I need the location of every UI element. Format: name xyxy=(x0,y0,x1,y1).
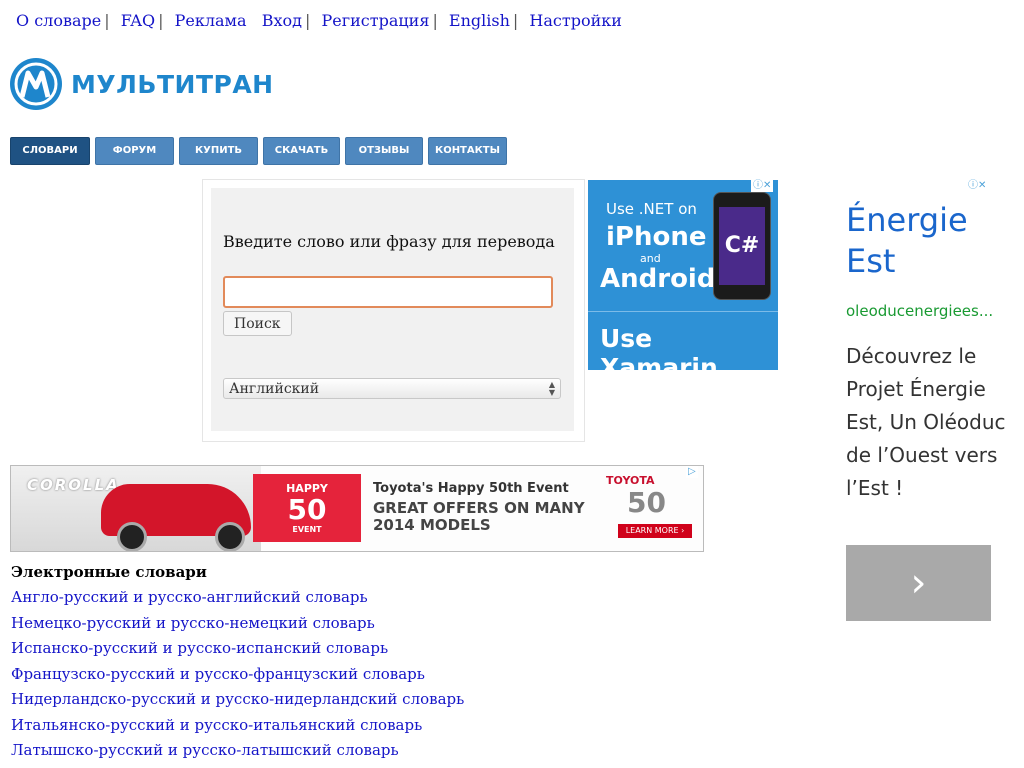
dictionaries-section: Электронные словари Англо-русский и русс… xyxy=(11,563,701,764)
badge-bottom: EVENT xyxy=(292,525,322,534)
main-nav: СЛОВАРИ ФОРУМ КУПИТЬ СКАЧАТЬ ОТЗЫВЫ КОНТ… xyxy=(10,137,512,165)
top-link-faq[interactable]: FAQ xyxy=(121,11,155,30)
ad-title[interactable]: Énergie Est xyxy=(846,200,1006,282)
logo-text: МУЛЬТИТРАН xyxy=(71,69,274,99)
nav-download[interactable]: СКАЧАТЬ xyxy=(263,137,340,165)
car-wheel xyxy=(117,522,147,551)
nav-forum[interactable]: ФОРУМ xyxy=(95,137,174,165)
top-link-english[interactable]: English xyxy=(449,11,510,30)
top-link-register[interactable]: Регистрация xyxy=(322,11,430,30)
ad-toyota-offer: GREAT OFFERS ON MANY 2014 MODELS xyxy=(373,499,585,534)
separator: | xyxy=(432,11,438,30)
adchoices-icon[interactable]: ⓘ✕ xyxy=(751,180,774,192)
site-logo[interactable]: МУЛЬТИТРАН xyxy=(9,56,274,112)
learn-more-button[interactable]: LEARN MORE › xyxy=(618,524,692,538)
separator: | xyxy=(104,11,110,30)
car-wheel xyxy=(215,522,245,551)
adchoices-icon[interactable]: ▷ xyxy=(686,466,698,478)
top-link-settings[interactable]: Настройки xyxy=(529,11,622,30)
search-prompt: Введите слово или фразу для перевода xyxy=(223,232,555,251)
dictionaries-heading: Электронные словари xyxy=(11,563,207,581)
ad-divider xyxy=(588,311,778,312)
ad-xamarin[interactable]: Use .NET on iPhone and Android C# Use Xa… xyxy=(588,180,778,370)
dict-link-spanish[interactable]: Испанско-русский и русско-испанский слов… xyxy=(11,636,701,662)
top-link-login[interactable]: Вход xyxy=(262,11,302,30)
separator: | xyxy=(158,11,164,30)
top-links: О словаре | FAQ | Реклама Вход | Регистраци… xyxy=(16,11,622,30)
chevron-right-icon: › xyxy=(910,560,927,606)
nav-contacts[interactable]: КОНТАКТЫ xyxy=(428,137,507,165)
search-input[interactable] xyxy=(223,276,553,308)
dict-link-italian[interactable]: Итальянско-русский и русско-итальянский … xyxy=(11,713,701,739)
language-select-value: Английский xyxy=(229,381,320,397)
search-panel-inner: Введите слово или фразу для перевода Пои… xyxy=(211,188,574,431)
ad-url[interactable]: oleoducenergiees... xyxy=(846,302,1006,320)
toyota-50-mark: 50 xyxy=(627,486,666,519)
ad-description: Découvrez le Projet Énergie Est, Un Oléo… xyxy=(846,344,1006,500)
phone-icon: C# xyxy=(713,192,771,300)
dict-link-latvian[interactable]: Латышско-русский и русско-латышский слов… xyxy=(11,738,701,764)
happy-50-badge: HAPPY 50 EVENT xyxy=(253,474,361,542)
select-arrows-icon: ▲ ▼ xyxy=(548,380,555,397)
separator: | xyxy=(305,11,311,30)
dict-link-french[interactable]: Французско-русский и русско-французский … xyxy=(11,662,701,688)
nav-buy[interactable]: КУПИТЬ xyxy=(179,137,258,165)
ad-arrow-button[interactable]: › xyxy=(846,545,991,621)
search-button[interactable]: Поиск xyxy=(223,311,292,336)
top-link-about[interactable]: О словаре xyxy=(16,11,101,30)
language-select[interactable]: Английский ▲ ▼ xyxy=(223,378,561,399)
ad-toyota-model: COROLLA xyxy=(27,476,120,494)
ad-xamarin-line2: iPhone xyxy=(606,222,707,252)
adchoices-icon[interactable]: ⓘ✕ xyxy=(966,180,989,192)
dict-link-dutch[interactable]: Нидерландско-русский и русско-нидерландс… xyxy=(11,687,701,713)
nav-reviews[interactable]: ОТЗЫВЫ xyxy=(345,137,423,165)
ad-xamarin-line1: Use .NET on xyxy=(606,200,697,218)
multitran-logo-icon xyxy=(10,58,62,110)
separator: | xyxy=(512,11,519,30)
dict-link-german[interactable]: Немецко-русский и русско-немецкий словар… xyxy=(11,611,701,637)
ad-xamarin-line4: Android xyxy=(600,264,716,294)
phone-screen-text: C# xyxy=(719,207,765,285)
nav-dictionaries[interactable]: СЛОВАРИ xyxy=(10,137,90,165)
dict-link-english[interactable]: Англо-русский и русско-английский словар… xyxy=(11,585,701,611)
ad-toyota[interactable]: COROLLA HAPPY 50 EVENT Toyota's Happy 50… xyxy=(10,465,704,552)
ad-xamarin-cta: Use Xamarin xyxy=(600,324,718,370)
search-panel: Введите слово или фразу для перевода Пои… xyxy=(202,179,585,442)
badge-number: 50 xyxy=(287,493,327,526)
top-link-ads[interactable]: Реклама xyxy=(175,11,247,30)
ad-energie-est[interactable]: Énergie Est oleoducenergiees... Découvre… xyxy=(846,200,1006,621)
ad-toyota-headline: Toyota's Happy 50th Event xyxy=(373,481,569,496)
